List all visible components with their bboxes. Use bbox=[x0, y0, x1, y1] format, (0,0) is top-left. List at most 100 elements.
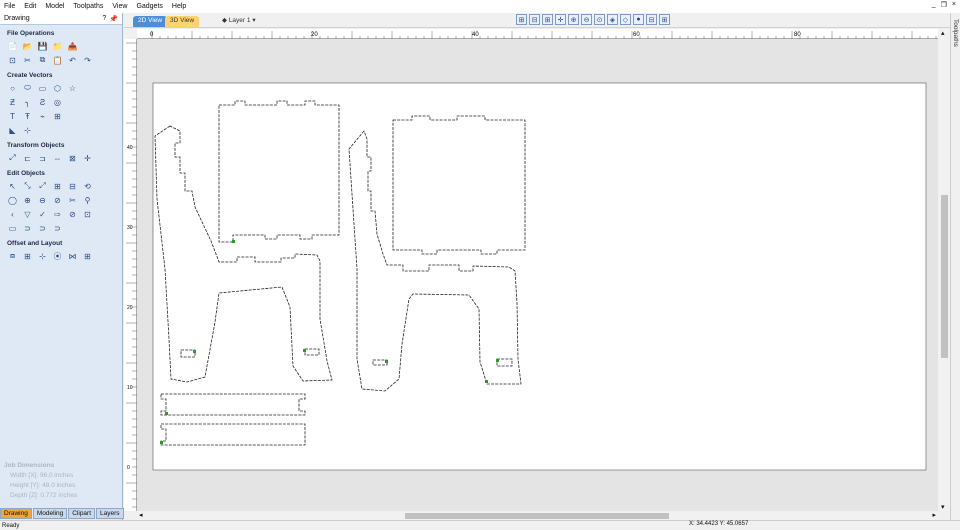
help-icon[interactable]: ? bbox=[102, 15, 106, 23]
tab-modeling[interactable]: Modeling bbox=[32, 508, 68, 519]
tool-icon[interactable]: ⊹ bbox=[36, 250, 49, 262]
tab-2d-view[interactable]: 2D View bbox=[133, 16, 168, 27]
tab-drawing[interactable]: Drawing bbox=[0, 508, 32, 519]
tool-icon[interactable]: ⌁ bbox=[36, 110, 49, 122]
tool-icon[interactable]: 📄 bbox=[6, 40, 19, 52]
view-tool-icon[interactable]: ⊖ bbox=[581, 14, 592, 25]
view-tool-icon[interactable]: ⊟ bbox=[646, 14, 657, 25]
menu-view[interactable]: View bbox=[112, 3, 127, 10]
tool-icon[interactable]: ⊡ bbox=[6, 54, 19, 66]
tool-icon[interactable]: ⇔ bbox=[51, 152, 64, 164]
vertical-scrollbar[interactable]: ▴ ▾ bbox=[938, 29, 950, 511]
tool-icon[interactable]: Ŧ bbox=[21, 110, 34, 122]
tool-icon[interactable]: 📋 bbox=[51, 54, 64, 66]
tool-icon[interactable]: ↶ bbox=[66, 54, 79, 66]
tool-icon[interactable]: ⧉ bbox=[36, 54, 49, 66]
tool-icon[interactable]: ✛ bbox=[81, 152, 94, 164]
tool-icon[interactable]: ⤢ bbox=[6, 152, 19, 164]
menu-edit[interactable]: Edit bbox=[24, 3, 36, 10]
tool-icon[interactable]: Ƨ bbox=[36, 96, 49, 108]
scroll-right-icon[interactable]: ▸ bbox=[932, 511, 936, 519]
tool-icon[interactable]: ⊞ bbox=[51, 110, 64, 122]
menu-model[interactable]: Model bbox=[45, 3, 64, 10]
view-tool-icon[interactable]: ⊞ bbox=[516, 14, 527, 25]
tool-icon[interactable]: ⊖ bbox=[36, 194, 49, 206]
tool-icon[interactable]: ⊃ bbox=[36, 222, 49, 234]
restore-icon[interactable]: ❐ bbox=[941, 1, 947, 9]
tool-icon[interactable]: ╮ bbox=[21, 96, 34, 108]
horizontal-scrollbar[interactable]: ◂ ▸ bbox=[137, 511, 938, 520]
tool-icon[interactable]: ◎ bbox=[51, 96, 64, 108]
close-icon[interactable]: × bbox=[952, 1, 956, 9]
tab-3d-view[interactable]: 3D View bbox=[165, 16, 200, 27]
tool-icon[interactable]: ⊘ bbox=[51, 194, 64, 206]
vertical-scroll-thumb[interactable] bbox=[941, 195, 948, 358]
tool-icon[interactable]: 📤 bbox=[66, 40, 79, 52]
tool-icon[interactable]: ◯ bbox=[6, 194, 19, 206]
drawing-canvas[interactable] bbox=[137, 39, 938, 511]
tab-clipart[interactable]: Clipart bbox=[68, 508, 96, 519]
tool-icon[interactable]: 💾 bbox=[36, 40, 49, 52]
tool-icon[interactable]: T bbox=[6, 110, 19, 122]
tool-icon[interactable]: ▭ bbox=[36, 82, 49, 94]
tool-icon[interactable]: ⟲ bbox=[81, 180, 94, 192]
tool-icon[interactable]: ⊞ bbox=[21, 250, 34, 262]
tool-icon[interactable]: ⊹ bbox=[21, 124, 34, 136]
tool-icon[interactable]: ✂ bbox=[66, 194, 79, 206]
menu-file[interactable]: File bbox=[4, 3, 15, 10]
toolpaths-side-tab[interactable]: Toolpaths bbox=[950, 13, 960, 520]
tool-icon[interactable]: ⋈ bbox=[66, 250, 79, 262]
tool-icon[interactable]: ⊡ bbox=[81, 208, 94, 220]
tool-icon[interactable]: ⊃ bbox=[21, 222, 34, 234]
tool-icon[interactable]: ⊠ bbox=[66, 152, 79, 164]
scroll-down-icon[interactable]: ▾ bbox=[941, 503, 945, 511]
tool-icon[interactable]: ⊃ bbox=[51, 222, 64, 234]
menu-toolpaths[interactable]: Toolpaths bbox=[73, 3, 103, 10]
tool-icon[interactable]: ○ bbox=[6, 82, 19, 94]
tool-icon[interactable]: ▭ bbox=[6, 222, 19, 234]
tool-icon[interactable]: ✂ bbox=[21, 54, 34, 66]
tool-icon[interactable]: ⤡ bbox=[21, 180, 34, 192]
view-tool-icon[interactable]: ✛ bbox=[555, 14, 566, 25]
tool-icon[interactable]: ⬡ bbox=[51, 82, 64, 94]
tool-icon[interactable]: ⦿ bbox=[51, 250, 64, 262]
minimize-icon[interactable]: _ bbox=[932, 1, 936, 9]
layer-selector[interactable]: ◆ Layer 1 ▾ bbox=[222, 16, 256, 24]
tool-icon[interactable]: ⤢ bbox=[36, 180, 49, 192]
tool-icon[interactable]: ⊏ bbox=[21, 152, 34, 164]
view-tool-icon[interactable]: ◇ bbox=[620, 14, 631, 25]
tool-icon[interactable]: ⇨ bbox=[51, 208, 64, 220]
tool-icon[interactable]: Ƶ bbox=[6, 96, 19, 108]
tool-icon[interactable]: ↖ bbox=[6, 180, 19, 192]
tab-layers[interactable]: Layers bbox=[96, 508, 124, 519]
view-tool-icon[interactable]: ⊞ bbox=[659, 14, 670, 25]
view-tool-icon[interactable]: ⊕ bbox=[568, 14, 579, 25]
tool-icon[interactable]: ⊞ bbox=[81, 250, 94, 262]
tool-icon[interactable]: ‹ bbox=[6, 208, 19, 220]
tool-icon[interactable]: ⊞ bbox=[51, 180, 64, 192]
view-tool-icon[interactable]: ◈ bbox=[607, 14, 618, 25]
tool-icon[interactable]: ◣ bbox=[6, 124, 19, 136]
view-tool-icon[interactable]: ⊞ bbox=[542, 14, 553, 25]
tool-icon[interactable]: ☆ bbox=[66, 82, 79, 94]
tool-icon[interactable]: ↷ bbox=[81, 54, 94, 66]
view-tool-icon[interactable]: ⊟ bbox=[529, 14, 540, 25]
tool-icon[interactable]: ⊘ bbox=[66, 208, 79, 220]
tool-icon[interactable]: ▽ bbox=[21, 208, 34, 220]
tool-icon[interactable]: ⧈ bbox=[6, 250, 19, 262]
tool-icon[interactable]: ⚲ bbox=[81, 194, 94, 206]
scroll-left-icon[interactable]: ◂ bbox=[139, 511, 143, 519]
tool-icon[interactable]: ⊟ bbox=[66, 180, 79, 192]
view-tool-icon[interactable]: ⊙ bbox=[594, 14, 605, 25]
menu-gadgets[interactable]: Gadgets bbox=[136, 3, 162, 10]
tool-icon[interactable]: 📂 bbox=[21, 40, 34, 52]
menu-help[interactable]: Help bbox=[172, 3, 186, 10]
view-tool-icon[interactable]: ● bbox=[633, 14, 644, 25]
horizontal-scroll-thumb[interactable] bbox=[405, 513, 669, 519]
scroll-up-icon[interactable]: ▴ bbox=[941, 29, 945, 37]
tool-icon[interactable]: ⬭ bbox=[21, 82, 34, 94]
tool-icon[interactable]: ⊕ bbox=[21, 194, 34, 206]
pin-icon[interactable]: 📌 bbox=[109, 15, 118, 23]
tool-icon[interactable]: 📁 bbox=[51, 40, 64, 52]
tool-icon[interactable]: ✓ bbox=[36, 208, 49, 220]
